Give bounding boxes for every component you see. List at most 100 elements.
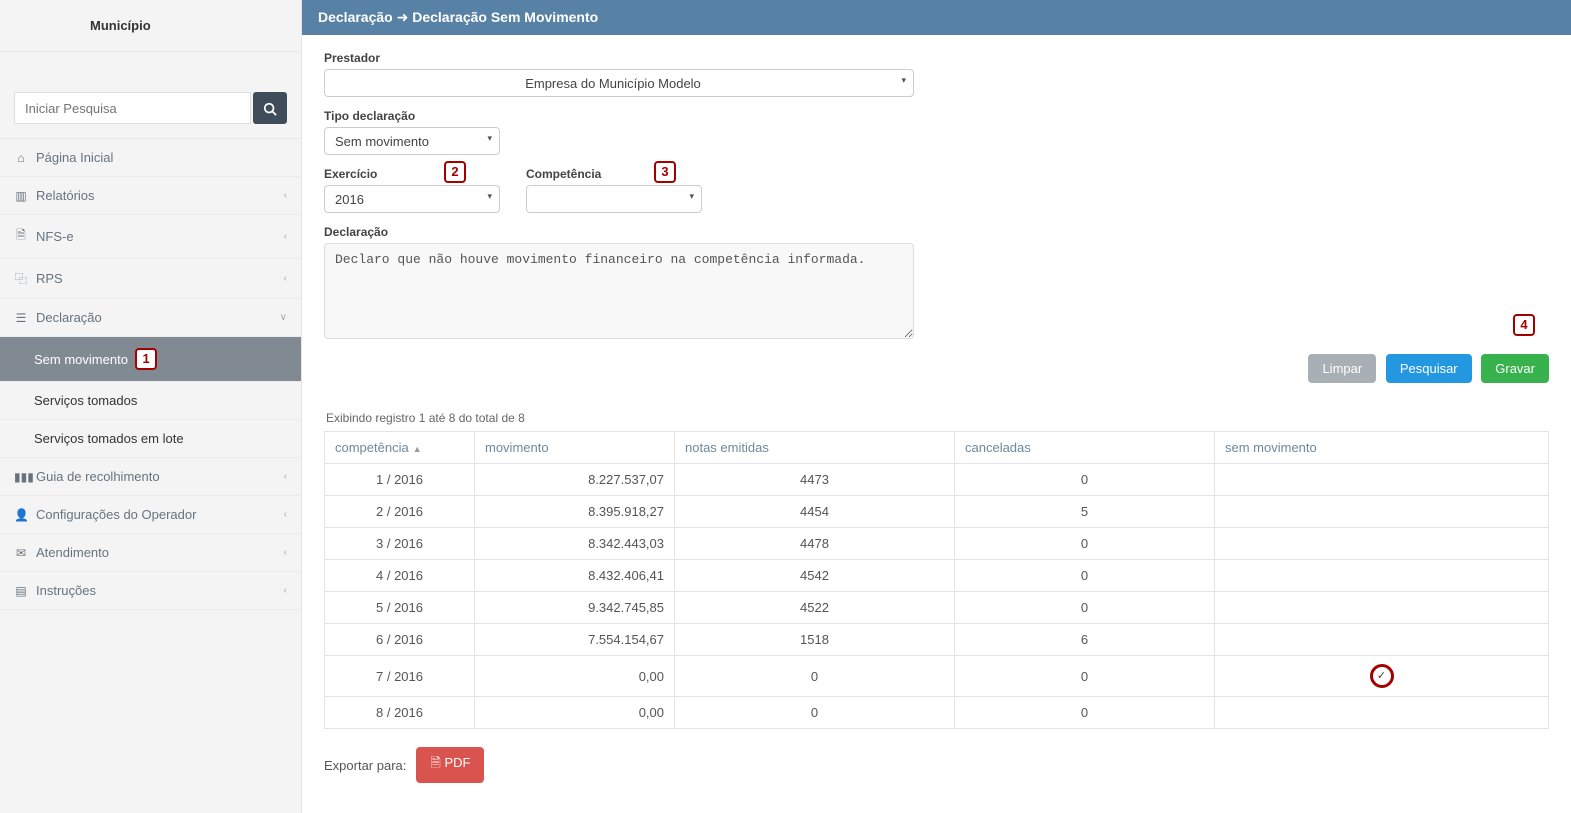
search-input[interactable]	[14, 92, 251, 124]
cell-canceladas: 0	[955, 592, 1215, 624]
cell-canceladas: 0	[955, 697, 1215, 729]
sidebar-subitem-servicos-tomados-lote[interactable]: Serviços tomados em lote	[0, 419, 301, 457]
competencia-select[interactable]	[526, 185, 702, 213]
callout-marker-2: 2	[444, 161, 466, 183]
prestador-select[interactable]: Empresa do Município Modelo	[324, 69, 914, 97]
cell-notas: 4454	[675, 496, 955, 528]
chevron-left-icon: ‹	[284, 190, 287, 201]
cell-sem-movimento	[1215, 697, 1549, 729]
export-pdf-label: PDF	[444, 755, 470, 770]
cell-competencia: 6 / 2016	[325, 624, 475, 656]
callout-marker-3: 3	[654, 161, 676, 183]
sidebar-item-relatorios[interactable]: ▥ Relatórios‹	[0, 177, 301, 214]
sidebar-item-label: Instruções	[36, 583, 284, 598]
cell-competencia: 7 / 2016	[325, 656, 475, 697]
sidebar-item-config-operador[interactable]: 👤Configurações do Operador‹	[0, 496, 301, 533]
page-header: Declaração ➜ Declaração Sem Movimento	[302, 0, 1571, 35]
sidebar-item-label: NFS-e	[36, 229, 284, 244]
cell-sem-movimento	[1215, 560, 1549, 592]
cell-notas: 4473	[675, 464, 955, 496]
exercicio-select[interactable]: 2016	[324, 185, 500, 213]
sidebar-subitem-servicos-tomados[interactable]: Serviços tomados	[0, 381, 301, 419]
gravar-button[interactable]: Gravar	[1481, 354, 1549, 383]
pesquisar-button[interactable]: Pesquisar	[1386, 354, 1472, 383]
col-movimento[interactable]: movimento	[475, 432, 675, 464]
tipo-declaracao-select[interactable]: Sem movimento	[324, 127, 500, 155]
breadcrumb: Declaração	[318, 9, 393, 25]
sidebar-item-rps[interactable]: ⿻ RPS‹	[0, 259, 301, 298]
clipboard-icon: ☰	[14, 311, 28, 325]
cell-notas: 0	[675, 656, 955, 697]
cell-movimento: 8.395.918,27	[475, 496, 675, 528]
col-notas-emitidas[interactable]: notas emitidas	[675, 432, 955, 464]
sidebar-item-home[interactable]: ⌂Página Inicial	[0, 139, 301, 176]
sidebar-subitem-sem-movimento[interactable]: Sem movimento 1	[0, 336, 301, 381]
sidebar-item-instrucoes[interactable]: ▤Instruções‹	[0, 572, 301, 609]
sidebar-nav: ⌂Página Inicial ▥Relatórios‹ 🗎NFS-e‹ ⿻RP…	[0, 139, 301, 610]
sidebar-item-label: Serviços tomados em lote	[34, 431, 184, 446]
chevron-left-icon: ‹	[284, 273, 287, 284]
copy-icon: ⿻	[14, 270, 28, 287]
table-row: 7 / 20160,0000✓	[325, 656, 1549, 697]
table-row: 3 / 20168.342.443,0344780	[325, 528, 1549, 560]
cell-sem-movimento: ✓	[1215, 656, 1549, 697]
cell-competencia: 2 / 2016	[325, 496, 475, 528]
chevron-left-icon: ‹	[284, 585, 287, 596]
sidebar-title: Município	[0, 0, 301, 52]
cell-competencia: 3 / 2016	[325, 528, 475, 560]
cell-movimento: 8.227.537,07	[475, 464, 675, 496]
export-pdf-button[interactable]: 🗎 PDF	[416, 747, 484, 783]
declaracao-label: Declaração	[324, 225, 914, 239]
sidebar-item-atendimento[interactable]: ✉ Atendimento‹	[0, 534, 301, 571]
check-circle-icon: ✓	[1370, 664, 1394, 688]
cell-competencia: 4 / 2016	[325, 560, 475, 592]
cell-canceladas: 5	[955, 496, 1215, 528]
table-row: 5 / 20169.342.745,8545220	[325, 592, 1549, 624]
callout-marker-4: 4	[1513, 314, 1535, 336]
tipo-declaracao-label: Tipo declaração	[324, 109, 914, 123]
file-icon: 🗎	[14, 226, 28, 247]
chevron-left-icon: ‹	[284, 471, 287, 482]
chevron-left-icon: ‹	[284, 547, 287, 558]
cell-notas: 4522	[675, 592, 955, 624]
sidebar-item-nfse[interactable]: 🗎 NFS-e‹	[0, 215, 301, 258]
col-canceladas[interactable]: canceladas	[955, 432, 1215, 464]
cell-movimento: 7.554.154,67	[475, 624, 675, 656]
results-table: competência▲ movimento notas emitidas ca…	[324, 431, 1549, 729]
button-row: 4 Limpar Pesquisar Gravar	[324, 354, 1549, 383]
sidebar-item-label: Serviços tomados	[34, 393, 137, 408]
sidebar-item-label: Configurações do Operador	[36, 507, 284, 522]
limpar-button[interactable]: Limpar	[1308, 354, 1376, 383]
breadcrumb-current: Declaração Sem Movimento	[412, 9, 598, 25]
sidebar-item-label: Página Inicial	[36, 150, 287, 165]
chevron-down-icon: ∨	[280, 312, 287, 323]
exercicio-label: Exercício	[324, 167, 500, 181]
chevron-left-icon: ‹	[284, 509, 287, 520]
cell-movimento: 0,00	[475, 656, 675, 697]
cell-notas: 0	[675, 697, 955, 729]
mail-icon: ✉	[14, 546, 28, 560]
chevron-left-icon: ‹	[284, 231, 287, 242]
sidebar: Município ⌂Página Inicial ▥Relatórios‹ 🗎…	[0, 0, 302, 813]
bars-icon: ▥	[14, 189, 28, 203]
search-button[interactable]	[253, 92, 287, 124]
sidebar-item-label: Atendimento	[36, 545, 284, 560]
cell-competencia: 8 / 2016	[325, 697, 475, 729]
cell-notas: 4542	[675, 560, 955, 592]
export-label: Exportar para:	[324, 758, 406, 773]
cell-sem-movimento	[1215, 592, 1549, 624]
sidebar-item-guia[interactable]: ▮▮▮Guia de recolhimento‹	[0, 458, 301, 495]
sidebar-item-label: RPS	[36, 271, 284, 286]
cell-canceladas: 0	[955, 528, 1215, 560]
cell-competencia: 5 / 2016	[325, 592, 475, 624]
sidebar-item-label: Relatórios	[36, 188, 284, 203]
cell-sem-movimento	[1215, 464, 1549, 496]
main-content: Declaração ➜ Declaração Sem Movimento Pr…	[302, 0, 1571, 813]
col-sem-movimento[interactable]: sem movimento	[1215, 432, 1549, 464]
declaracao-textarea[interactable]	[324, 243, 914, 339]
results-info: Exibindo registro 1 até 8 do total de 8	[326, 411, 1549, 425]
cell-notas: 4478	[675, 528, 955, 560]
col-competencia[interactable]: competência▲	[325, 432, 475, 464]
cell-sem-movimento	[1215, 624, 1549, 656]
sidebar-item-declaracao[interactable]: ☰Declaração∨	[0, 299, 301, 336]
